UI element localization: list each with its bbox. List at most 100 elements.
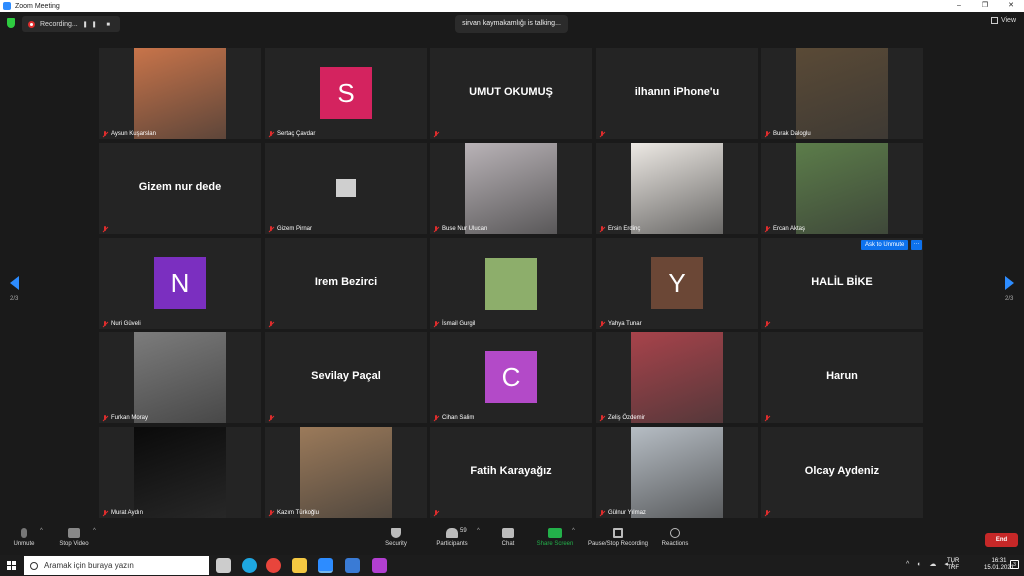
unmute-label: Unmute [13, 541, 35, 547]
next-page-arrow-icon[interactable] [1005, 276, 1014, 290]
participant-name-label [268, 321, 274, 327]
close-button[interactable]: ✕ [998, 0, 1024, 12]
photos-taskbar-icon[interactable] [345, 558, 360, 573]
participant-name-label: Buse Nur Ulucan [433, 226, 487, 232]
zoom-taskbar-icon[interactable] [318, 558, 333, 573]
participant-tile[interactable]: HALİL BİKE [761, 238, 923, 329]
share-screen-icon [548, 528, 562, 538]
participants-options-caret-icon[interactable]: ^ [477, 528, 480, 534]
participant-tile[interactable]: İsmail Gurgil [430, 238, 592, 329]
participant-tile[interactable]: Zeliş Özdemir [596, 332, 758, 423]
participant-name-label [764, 321, 770, 327]
participant-name-label [433, 131, 439, 137]
participant-tile[interactable]: Fatih Karayağız [430, 427, 592, 518]
app-drop-taskbar-icon[interactable] [372, 558, 387, 573]
participant-name-label [268, 415, 274, 421]
participant-tile[interactable]: Y Yahya Tunar [596, 238, 758, 329]
participant-name-label [102, 226, 108, 232]
search-icon [30, 561, 38, 570]
search-placeholder: Aramak için buraya yazın [44, 561, 134, 570]
participant-tile[interactable]: Kazım Türkoğlu [265, 427, 427, 518]
participant-tile[interactable]: Gülnur Yılmaz [596, 427, 758, 518]
video-options-caret-icon[interactable]: ^ [93, 528, 96, 534]
muted-mic-icon [433, 510, 439, 516]
windows-start-icon[interactable] [7, 561, 16, 570]
notification-center-icon[interactable]: 3 [1010, 560, 1019, 569]
muted-mic-icon [102, 321, 108, 327]
participant-tile[interactable]: Burak Daloglu [761, 48, 923, 139]
participants-icon [446, 528, 458, 538]
participant-tile[interactable]: C Cihan Salim [430, 332, 592, 423]
participant-tile[interactable]: Gizem nur dede [99, 143, 261, 234]
pause-stop-recording-button[interactable]: Pause/Stop Recording [584, 528, 652, 547]
recording-controls[interactable]: ❚❚ ■ [83, 21, 114, 28]
participant-tile[interactable]: Ersin Erdinç [596, 143, 758, 234]
more-options-button[interactable]: ··· [911, 240, 922, 250]
language-indicator[interactable]: TUR TRF [947, 558, 959, 572]
participant-name-label: Sertaç Çavdar [268, 131, 315, 137]
participant-initial-avatar: C [485, 351, 537, 403]
participant-tile[interactable]: ilhanın iPhone'u [596, 48, 758, 139]
muted-mic-icon [764, 226, 770, 232]
participant-tile[interactable]: Harun [761, 332, 923, 423]
task-view-taskbar-icon[interactable] [216, 558, 231, 573]
participant-tile[interactable]: Murat Aydın [99, 427, 261, 518]
participants-count: 59 [460, 528, 467, 534]
muted-mic-icon [433, 321, 439, 327]
video-camera-icon [68, 528, 80, 538]
participant-tile[interactable]: Ercan Aktaş [761, 143, 923, 234]
stop-video-button[interactable]: Stop Video [56, 528, 92, 547]
minimize-button[interactable]: – [946, 0, 972, 12]
language-code: TUR [947, 558, 960, 564]
meeting-toolbar: Unmute ^ Stop Video ^ Security Participa… [0, 524, 1024, 555]
participant-video [134, 427, 226, 518]
participant-tile[interactable]: Irem Bezirci [265, 238, 427, 329]
participant-tile[interactable]: Aysun Kuşarslan [99, 48, 261, 139]
recording-label: Recording... [40, 20, 78, 28]
participant-tile[interactable]: S Sertaç Çavdar [265, 48, 427, 139]
view-button[interactable]: View [990, 17, 1016, 24]
active-speaker-banner: sirvan kaymakamlığı is talking... [455, 15, 568, 33]
participant-tile[interactable]: Gizem Pirnar [265, 143, 427, 234]
chat-button[interactable]: Chat [496, 528, 520, 547]
encryption-shield-icon[interactable] [7, 18, 15, 28]
ask-to-unmute-button[interactable]: Ask to Unmute [861, 240, 909, 250]
participant-name: Ercan Aktaş [773, 226, 806, 232]
participant-tile[interactable]: Olcay Aydeniz [761, 427, 923, 518]
participant-tile[interactable]: Sevilay Paçal [265, 332, 427, 423]
window-title: Zoom Meeting [15, 2, 60, 10]
participant-video [631, 427, 723, 518]
participant-tile[interactable]: Buse Nur Ulucan [430, 143, 592, 234]
muted-mic-icon [268, 226, 274, 232]
security-label: Security [385, 541, 407, 547]
participant-name: Zeliş Özdemir [608, 415, 646, 421]
unmute-button[interactable]: Unmute [10, 528, 38, 547]
audio-options-caret-icon[interactable]: ^ [40, 528, 43, 534]
muted-mic-icon [599, 321, 605, 327]
share-screen-button[interactable]: Share Screen [535, 528, 575, 547]
chrome-taskbar-icon[interactable] [266, 558, 281, 573]
muted-mic-icon [764, 321, 770, 327]
security-button[interactable]: Security [382, 528, 410, 547]
file-explorer-taskbar-icon[interactable] [292, 558, 307, 573]
taskbar-search-box[interactable]: Aramak için buraya yazın [24, 556, 209, 575]
muted-mic-icon [764, 131, 770, 137]
reactions-button[interactable]: Reactions [658, 528, 692, 547]
edge-taskbar-icon[interactable] [242, 558, 257, 573]
participant-name-label [764, 415, 770, 421]
end-meeting-button[interactable]: End [985, 533, 1018, 547]
share-options-caret-icon[interactable]: ^ [572, 528, 575, 534]
muted-mic-icon [102, 226, 108, 232]
muted-mic-icon [268, 321, 274, 327]
participant-tile[interactable]: UMUT OKUMUŞ [430, 48, 592, 139]
muted-mic-icon [268, 415, 274, 421]
participant-tile[interactable]: N Nuri Güveli [99, 238, 261, 329]
participant-tile[interactable]: Furkan Moray [99, 332, 261, 423]
maximize-button[interactable]: ❐ [972, 0, 998, 12]
participant-video [134, 48, 226, 139]
previous-page-arrow-icon[interactable] [10, 276, 19, 290]
participant-video [631, 332, 723, 423]
muted-mic-icon [102, 131, 108, 137]
participant-name: Sertaç Çavdar [277, 131, 316, 137]
recording-dot-icon [28, 20, 35, 28]
